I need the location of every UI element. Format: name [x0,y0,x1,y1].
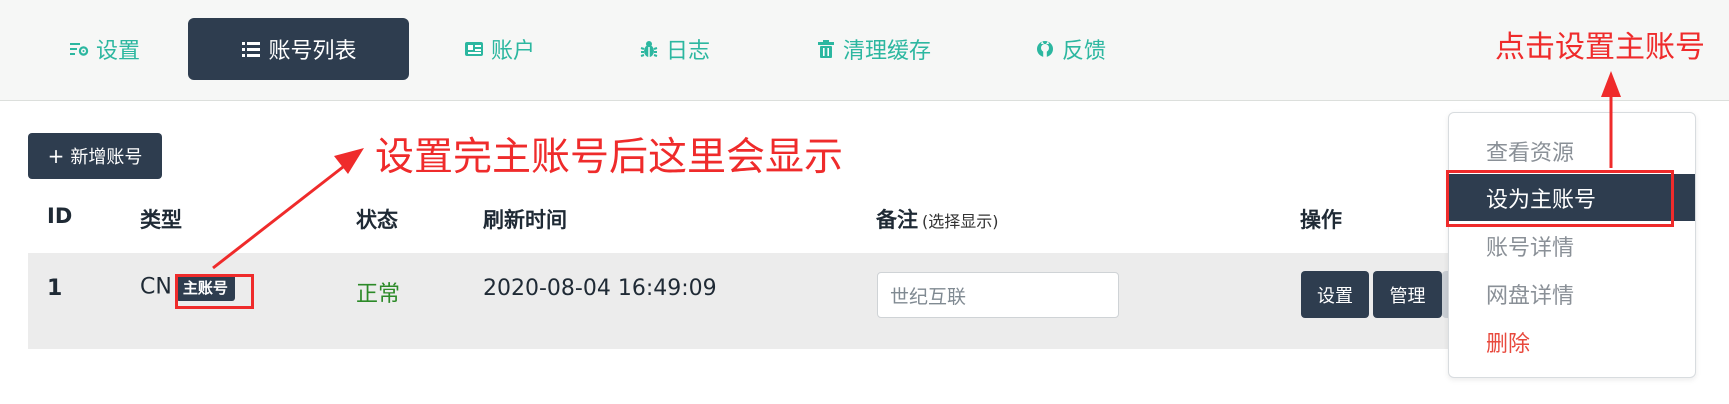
annotation-arrows [212,71,1621,270]
arrow-diag-shaft [212,158,353,270]
app-root: 设置 账号列表 账户 日志 清理缓存 反馈 + 新增账号 ID 类型 状态 刷新… [0,0,1729,404]
arrow-up-head [1601,71,1621,97]
